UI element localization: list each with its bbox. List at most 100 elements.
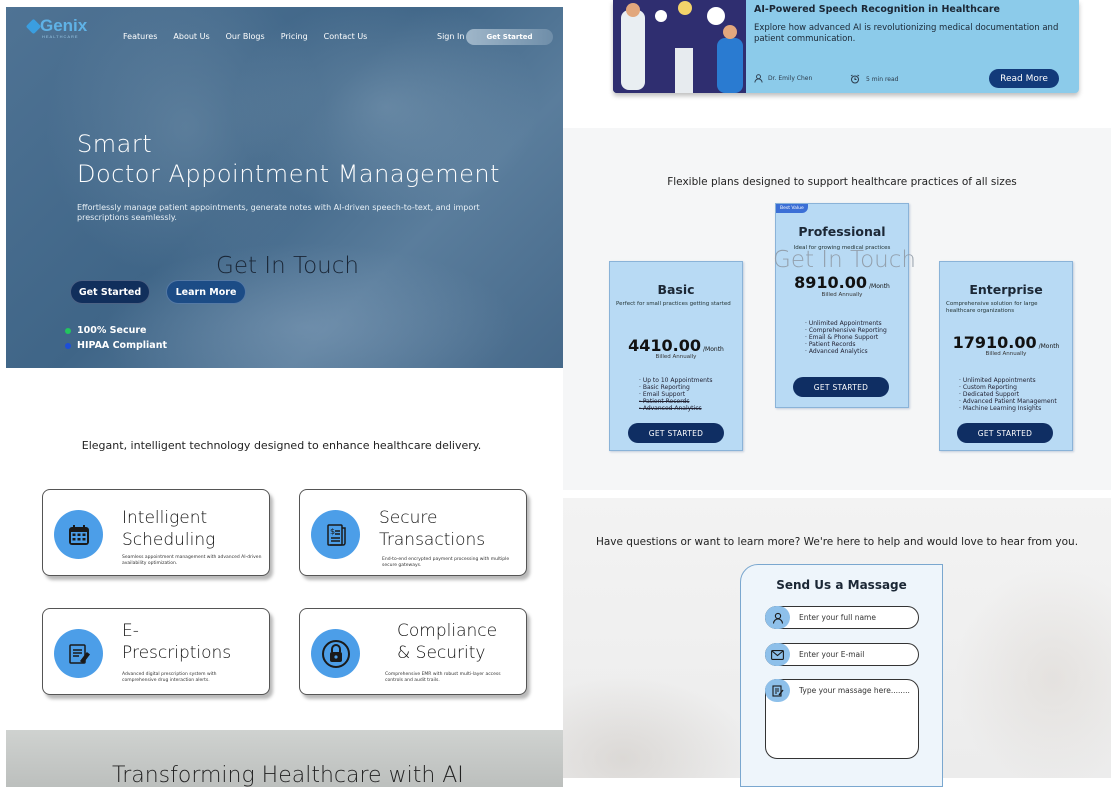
main-nav: Features About Us Our Blogs Pricing Cont… [123, 32, 383, 41]
plan-price: 17910.00/Month [940, 333, 1072, 352]
note-edit-icon [765, 679, 790, 702]
plan-billing: Billed Annually [655, 354, 697, 360]
signin-link[interactable]: Sign In [437, 32, 464, 41]
card-title: Secure Transactions [379, 507, 485, 551]
alarm-clock-icon [850, 74, 860, 84]
blog-read-time-text: 5 min read [866, 75, 899, 83]
hero-get-started-button[interactable]: Get Started [70, 280, 150, 304]
services-tagline: Elegant, intelligent technology designed… [81, 439, 482, 452]
calendar-icon [54, 510, 103, 559]
card-title-line2: Prescriptions [122, 643, 232, 663]
page: Genix HEALTHCARE Features About Us Our B… [0, 0, 1111, 787]
plan-price-amount: 8910.00 [794, 273, 868, 292]
best-value-badge: Best Value [776, 204, 808, 213]
plan-enterprise: Enterprise Comprehensive solution for la… [939, 261, 1073, 451]
plan-feature: Basic Reporting [639, 384, 712, 391]
blog-author: Dr. Emily Chen [754, 74, 812, 83]
hero-title-line1: Smart [77, 130, 153, 158]
card-title: Compliance & Security [397, 620, 497, 664]
plan-feature: Advanced Analytics [805, 348, 887, 355]
brand-name: Genix [40, 16, 88, 35]
card-description: Comprehensive EMR with robust multi-laye… [385, 672, 501, 683]
service-card-prescriptions[interactable]: E- Prescriptions Advanced digital prescri… [42, 608, 270, 695]
blog-read-time: 5 min read [850, 74, 898, 84]
card-description: Seamless appointment management with adv… [122, 555, 262, 566]
get-in-touch-heading: Get In Touch [216, 253, 359, 279]
plan-features: Up to 10 Appointments Basic Reporting Em… [639, 377, 713, 412]
feature-secure: 100% Secure [65, 325, 146, 336]
plan-features: Unlimited Appointments Comprehensive Rep… [805, 320, 887, 355]
read-more-button[interactable]: Read More [989, 69, 1059, 88]
basic-get-started-button[interactable]: GET STARTED [628, 423, 724, 443]
pricing-get-in-touch-heading: Get In Touch [773, 247, 916, 273]
contact-form: Send Us a Massage Enter your full name E… [740, 564, 943, 787]
plan-feature-disabled: Patient Records [639, 398, 712, 405]
name-field[interactable]: Enter your full name [765, 606, 919, 629]
plan-price: 8910.00/Month [776, 273, 908, 292]
plan-billing: Billed Annually [985, 351, 1027, 357]
blog-card: AI-Powered Speech Recognition in Healthc… [613, 0, 1079, 93]
card-title-line2: Transactions [379, 530, 486, 550]
card-title-line1: Intelligent [122, 508, 208, 528]
nav-item-features[interactable]: Features [123, 32, 157, 41]
card-title-line1: E- [122, 621, 139, 641]
blog-title[interactable]: AI-Powered Speech Recognition in Healthc… [754, 4, 1000, 15]
card-title-line2: & Security [397, 643, 486, 663]
plan-price: 4410.00/Month [610, 336, 742, 355]
plan-price-amount: 4410.00 [628, 336, 702, 355]
blog-illustration [613, 0, 746, 93]
plan-price-amount: 17910.00 [952, 333, 1037, 352]
hero-title: Smart Doctor Appointment Management [77, 129, 500, 189]
message-placeholder: Type your massage here........ [799, 686, 910, 695]
name-placeholder: Enter your full name [799, 613, 876, 622]
plan-feature: Email Support [639, 391, 712, 398]
plan-feature: Email & Phone Support [805, 334, 887, 341]
plan-description: Comprehensive solution for large healthc… [946, 301, 1038, 314]
mail-icon [765, 643, 790, 666]
card-description: Advanced digital prescription system wit… [122, 672, 217, 683]
service-card-scheduling[interactable]: Intelligent Scheduling Seamless appointme… [42, 489, 270, 576]
plan-name: Professional [798, 224, 886, 239]
professional-get-started-button[interactable]: GET STARTED [793, 377, 889, 397]
plan-feature: Up to 10 Appointments [639, 377, 713, 384]
enterprise-get-started-button[interactable]: GET STARTED [957, 423, 1053, 443]
plan-name: Basic [657, 282, 695, 297]
plan-price-period: /Month [1038, 343, 1060, 350]
plan-basic: Basic Perfect for small practices gettin… [609, 261, 743, 451]
plan-feature-disabled: Advanced Analytics [639, 405, 712, 412]
nav-item-blogs[interactable]: Our Blogs [226, 32, 265, 41]
ai-section: Transforming Healthcare with AI [6, 730, 563, 787]
brand-logo[interactable]: Genix HEALTHCARE [25, 16, 88, 39]
logo-mark-icon [25, 18, 42, 35]
nav-item-about[interactable]: About Us [173, 32, 209, 41]
nav-get-started-button[interactable]: Get Started [466, 29, 553, 45]
card-title: Intelligent Scheduling [122, 507, 215, 551]
svg-text:$: $ [330, 527, 335, 536]
ai-section-title: Transforming Healthcare with AI [112, 763, 464, 787]
feature-hipaa: HIPAA Compliant [65, 340, 167, 351]
plan-professional: Best Value Professional Ideal for growin… [775, 203, 909, 408]
card-title: E- Prescriptions [122, 620, 231, 664]
plan-features: Unlimited Appointments Custom Reporting … [959, 377, 1057, 412]
hero-title-line2: Doctor Appointment Management [77, 160, 500, 188]
hero-learn-more-button[interactable]: Learn More [166, 280, 246, 304]
card-title-line1: Secure [379, 508, 438, 528]
plan-feature: Custom Reporting [959, 384, 1057, 391]
nav-item-pricing[interactable]: Pricing [281, 32, 308, 41]
plan-billing: Billed Annually [821, 292, 863, 298]
invoice-icon: $ [311, 510, 360, 559]
user-icon [754, 74, 763, 83]
lock-icon [311, 629, 360, 678]
message-field[interactable]: Type your massage here........ [765, 679, 919, 759]
plan-price-period: /Month [869, 283, 890, 290]
hero-section: Genix HEALTHCARE Features About Us Our B… [6, 7, 563, 368]
service-card-compliance[interactable]: Compliance & Security Comprehensive EMR w… [299, 608, 527, 695]
service-card-transactions[interactable]: $ Secure Transactions End-to-end encrypte… [299, 489, 527, 576]
email-field[interactable]: Enter your E-mail [765, 643, 919, 666]
nav-item-contact[interactable]: Contact Us [324, 32, 368, 41]
plan-feature: Advanced Patient Management [959, 398, 1057, 405]
hero-description: Effortlessly manage patient appointments… [77, 203, 480, 222]
plan-price-period: /Month [703, 346, 724, 353]
card-title-line2: Scheduling [122, 530, 216, 550]
feature-hipaa-label: HIPAA Compliant [77, 340, 168, 351]
